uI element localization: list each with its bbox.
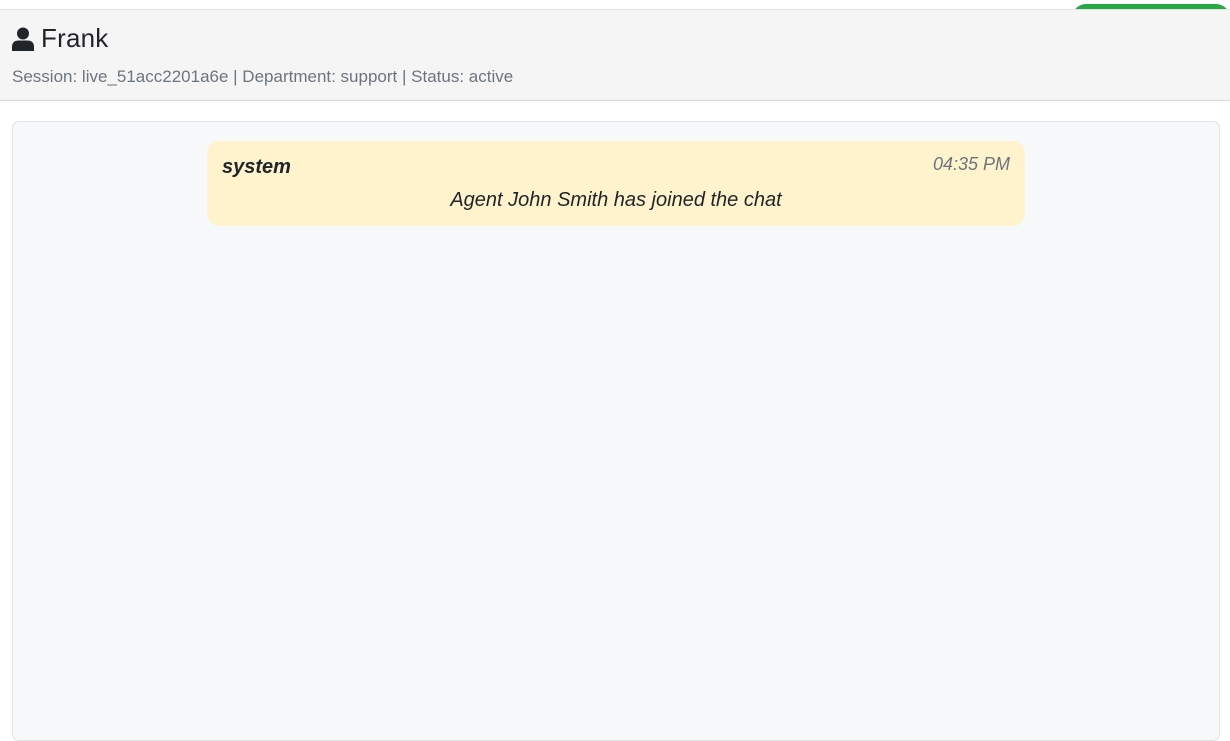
session-info: Session: live_51acc2201a6e | Department:… (12, 67, 514, 86)
messages-panel[interactable]: system 04:35 PM Agent John Smith has joi… (12, 121, 1220, 741)
message-time: 04:35 PM (932, 154, 1010, 174)
customer-name: Frank (41, 23, 109, 53)
system-message: system 04:35 PM Agent John Smith has joi… (207, 141, 1025, 226)
chat-header: Frank Session: live_51acc2201a6e | Depar… (0, 9, 1230, 101)
message-text: Agent John Smith has joined the chat (450, 189, 782, 211)
message-sender: system (222, 156, 291, 178)
user-icon (12, 27, 34, 51)
header-title: Frank (12, 23, 108, 54)
